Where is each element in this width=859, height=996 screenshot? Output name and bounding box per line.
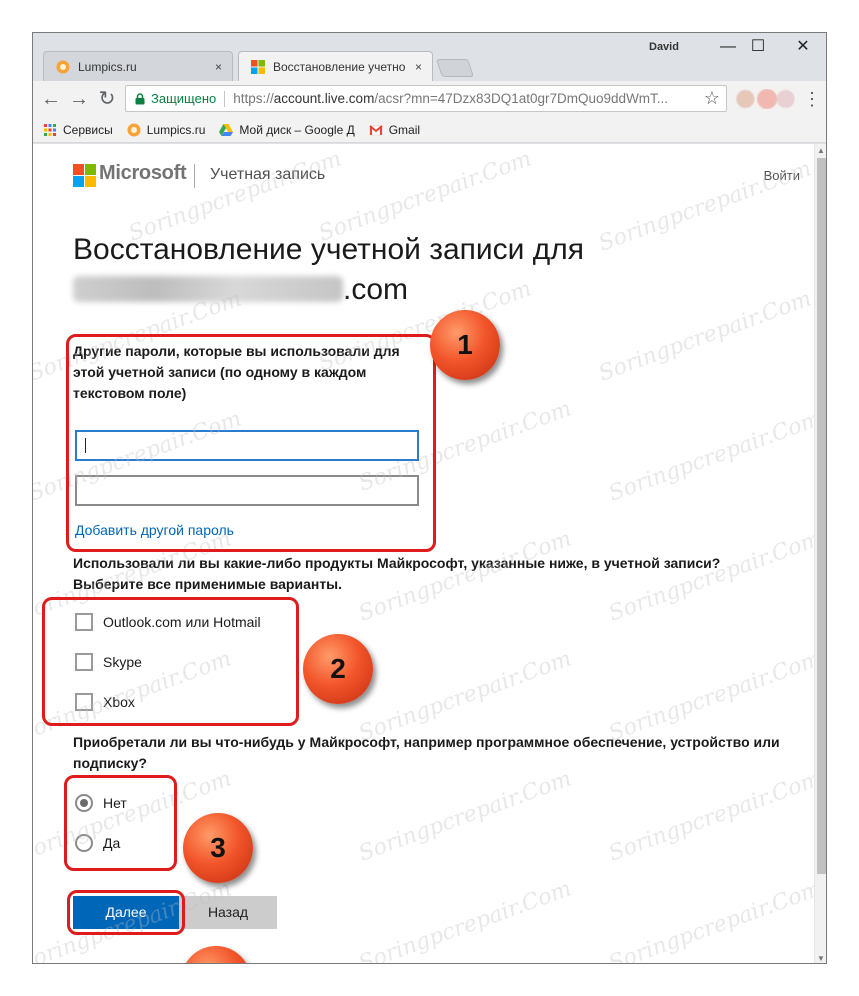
url-scheme: https://: [233, 91, 274, 106]
bookmark-label: Gmail: [388, 122, 421, 137]
tab-close-icon[interactable]: ×: [415, 60, 422, 74]
bookmark-services[interactable]: Сервисы: [43, 123, 113, 137]
sign-in-link[interactable]: Войти: [764, 168, 800, 183]
brand-name: Microsoft: [99, 162, 187, 184]
bookmark-google-drive[interactable]: Мой диск – Google Д: [219, 122, 355, 137]
title-email-suffix: .com: [343, 273, 409, 306]
url-text[interactable]: https://account.live.com/acsr?mn=47Dzx83…: [233, 91, 668, 106]
browser-toolbar: ← → ↻ Защищено https://account.live.com/…: [33, 81, 826, 117]
products-question: Использовали ли вы какие-либо продукты М…: [73, 555, 721, 592]
microsoft-logo-icon: [73, 164, 96, 187]
step-badge-4: 4: [181, 946, 251, 963]
scrollbar-thumb[interactable]: [817, 158, 826, 874]
page-title: Восстановление учетной записи для .com: [73, 230, 713, 310]
page-content: Microsoft Учетная запись Войти Восстанов…: [33, 144, 814, 964]
blurred-email: [73, 276, 343, 302]
tab-title: Восстановление учетно: [273, 59, 406, 74]
title-line: Восстановление учетной записи для: [73, 233, 585, 266]
reload-button[interactable]: ↻: [95, 87, 119, 111]
close-window-button[interactable]: ✕: [788, 37, 818, 57]
step-badge-2: 2: [303, 634, 373, 704]
highlight-box-4: [67, 890, 185, 935]
scroll-down-arrow-icon[interactable]: ▼: [817, 954, 825, 963]
scroll-up-arrow-icon[interactable]: ▲: [817, 146, 825, 155]
forward-button[interactable]: →: [67, 87, 91, 111]
bookmarks-bar: Сервисы Lumpics.ru Мой диск – Google Д G…: [33, 117, 826, 143]
bookmark-star-icon[interactable]: ☆: [704, 88, 720, 109]
tab-account-recovery[interactable]: Восстановление учетно ×: [238, 51, 433, 81]
url-path: /acsr?mn=47Dzx83DQ1at0gr7DmQuo9ddWmT...: [374, 91, 669, 106]
lumpics-favicon: [56, 60, 70, 73]
bookmark-gmail[interactable]: Gmail: [369, 123, 420, 137]
title-bar: Lumpics.ru × Восстановление учетно × Dav…: [33, 33, 826, 81]
header-divider: [194, 164, 195, 188]
watermark: Soringpcrepair.Com: [355, 876, 575, 964]
header-title: Учетная запись: [210, 166, 326, 183]
bookmark-label: Lumpics.ru: [146, 122, 206, 137]
maximize-button[interactable]: ☐: [743, 37, 773, 57]
gmail-icon: [369, 124, 383, 135]
highlight-box-2: [42, 597, 299, 726]
menu-icon[interactable]: ⋮: [803, 87, 821, 111]
watermark: Soringpcrepair.Com: [355, 766, 575, 867]
apps-grid-icon: [44, 123, 56, 136]
new-tab-button[interactable]: [436, 59, 474, 77]
bookmark-label: Мой диск – Google Д: [239, 122, 355, 137]
bookmark-lumpics[interactable]: Lumpics.ru: [127, 122, 206, 137]
tab-lumpics[interactable]: Lumpics.ru ×: [43, 51, 233, 81]
profile-name[interactable]: David: [649, 41, 679, 53]
step-badge-3: 3: [183, 813, 253, 883]
watermark: Soringpcrepair.Com: [605, 406, 814, 507]
browser-window: Lumpics.ru × Восстановление учетно × Dav…: [32, 32, 827, 964]
google-drive-icon: [219, 123, 234, 136]
tab-close-icon[interactable]: ×: [215, 60, 222, 74]
purchase-question: Приобретали ли вы что-нибудь у Майкрософ…: [73, 734, 780, 771]
step-badge-1: 1: [430, 310, 500, 380]
tab-title: Lumpics.ru: [78, 59, 137, 74]
back-button[interactable]: Назад: [179, 896, 277, 929]
highlight-box-3: [64, 775, 177, 871]
url-host: account.live.com: [273, 91, 375, 106]
watermark: Soringpcrepair.Com: [605, 766, 814, 867]
lumpics-favicon: [127, 123, 141, 136]
bookmark-label: Сервисы: [63, 122, 113, 137]
scrollbar[interactable]: ▲ ▼: [814, 144, 826, 963]
highlight-box-1: [66, 334, 436, 552]
extensions-area[interactable]: [733, 89, 795, 109]
watermark: Soringpcrepair.Com: [605, 876, 814, 964]
lock-icon: [135, 92, 145, 104]
minimize-button[interactable]: —: [713, 37, 743, 57]
address-separator: [224, 90, 226, 107]
microsoft-favicon: [251, 59, 265, 74]
secure-label: Защищено: [151, 91, 217, 106]
address-bar[interactable]: Защищено https://account.live.com/acsr?m…: [125, 85, 727, 112]
back-button[interactable]: ←: [39, 87, 63, 111]
